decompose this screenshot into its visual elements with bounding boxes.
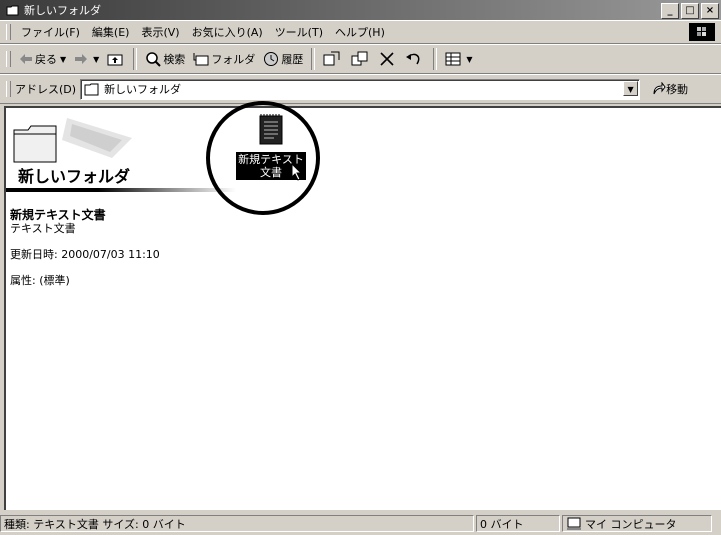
forward-arrow-icon [75,54,88,64]
file-label-line2: 文書 [259,166,282,179]
copy-to-icon [351,51,368,66]
new-text-document-item[interactable]: 新規テキスト 文書 [229,113,313,181]
menu-help[interactable]: ヘルプ(H) [329,24,391,40]
folder-banner: 新しいフォルダ [6,108,236,192]
my-computer-icon [567,517,581,530]
copy-to-button[interactable] [347,47,375,71]
history-button[interactable]: 履歴 [259,47,307,71]
window-title: 新しいフォルダ [24,4,101,17]
move-to-button[interactable] [319,47,347,71]
status-size: 0 バイト [480,517,524,531]
folder-icon [6,5,19,16]
go-label: 移動 [666,83,689,96]
undo-icon [406,53,420,65]
back-dropdown-icon[interactable]: ▼ [60,55,66,64]
menubar-grip[interactable] [6,24,11,40]
back-arrow-icon [20,54,32,64]
menu-view[interactable]: 表示(V) [135,24,185,40]
close-button[interactable]: × [701,3,719,19]
delete-icon [380,52,394,66]
go-arrow-icon [653,82,666,95]
folders-label: フォルダ [211,53,256,66]
history-label: 履歴 [281,53,304,66]
status-info-panel: 種類: テキスト文書 サイズ: 0 バイト [0,515,474,532]
status-size-panel: 0 バイト [476,515,560,532]
back-button[interactable]: 戻る ▼ [15,47,70,71]
undo-button[interactable] [401,47,429,71]
selected-file-modified: 更新日時: 2000/07/03 11:10 [10,248,160,261]
views-dropdown-icon[interactable]: ▼ [466,55,472,64]
menu-file[interactable]: ファイル(F) [15,24,86,40]
banner-divider [6,188,236,192]
status-zone: マイ コンピュータ [585,517,677,531]
toolbar-separator [133,48,138,70]
status-info: 種類: テキスト文書 サイズ: 0 バイト [4,517,186,531]
maximize-button[interactable]: □ [681,3,699,19]
forward-button[interactable]: ▼ [70,47,103,71]
mouse-cursor-icon [291,163,303,181]
folder-view[interactable]: 新しいフォルダ 新規テキスト文書 テキスト文書 更新日時: 2000/07/03… [4,101,721,510]
up-button[interactable] [103,47,129,71]
windows-logo-icon [689,23,715,41]
folder-title: 新しいフォルダ [18,167,131,186]
address-label: アドレス(D) [15,83,77,96]
text-document-icon [259,114,283,145]
addressbar-grip[interactable] [6,81,11,97]
address-value: 新しいフォルダ [104,83,182,96]
toolbar-separator [311,48,316,70]
search-button[interactable]: 検索 [141,47,189,71]
address-input[interactable]: 新しいフォルダ ▼ [80,78,641,100]
selection-info: 新規テキスト文書 テキスト文書 更新日時: 2000/07/03 11:10 属… [10,208,160,288]
history-icon [264,52,279,66]
menu-favorites[interactable]: お気に入り(A) [186,24,269,40]
selected-file-type: テキスト文書 [10,222,76,235]
views-icon [445,52,461,66]
forward-dropdown-icon[interactable]: ▼ [93,55,99,64]
selected-file-attributes: 属性: (標準) [10,274,70,287]
folder-tree-icon [193,53,209,66]
status-bar: 種類: テキスト文書 サイズ: 0 バイト 0 バイト マイ コンピュータ [0,512,721,535]
standard-toolbar: 戻る ▼ ▼ 検索 フォルダ 履歴 ▼ [0,44,721,74]
menu-tools[interactable]: ツール(T) [269,24,329,40]
large-folder-icon [13,118,132,163]
address-dropdown-button[interactable]: ▼ [623,80,639,96]
minimize-button[interactable]: _ [661,3,679,19]
back-label: 戻る [35,53,57,66]
views-button[interactable]: ▼ [441,47,476,71]
search-icon [146,52,162,67]
title-bar[interactable]: 新しいフォルダ _ □ × [0,0,721,20]
status-zone-panel: マイ コンピュータ [562,515,712,532]
search-label: 検索 [163,53,186,66]
go-button[interactable]: 移動 [652,81,688,97]
toolbar-separator [433,48,438,70]
address-bar: アドレス(D) 新しいフォルダ ▼ 移動 [0,74,721,104]
selected-file-name: 新規テキスト文書 [10,208,106,222]
folder-icon [84,83,99,96]
menu-edit[interactable]: 編集(E) [86,24,136,40]
toolbar-grip[interactable] [6,51,11,67]
delete-button[interactable] [375,47,401,71]
explorer-window: 新しいフォルダ _ □ × ファイル(F) 編集(E) 表示(V) お気に入り(… [0,0,721,535]
menu-bar: ファイル(F) 編集(E) 表示(V) お気に入り(A) ツール(T) ヘルプ(… [0,20,721,44]
folder-up-icon [107,54,123,66]
move-to-icon [323,51,340,66]
folders-button[interactable]: フォルダ [189,47,259,71]
